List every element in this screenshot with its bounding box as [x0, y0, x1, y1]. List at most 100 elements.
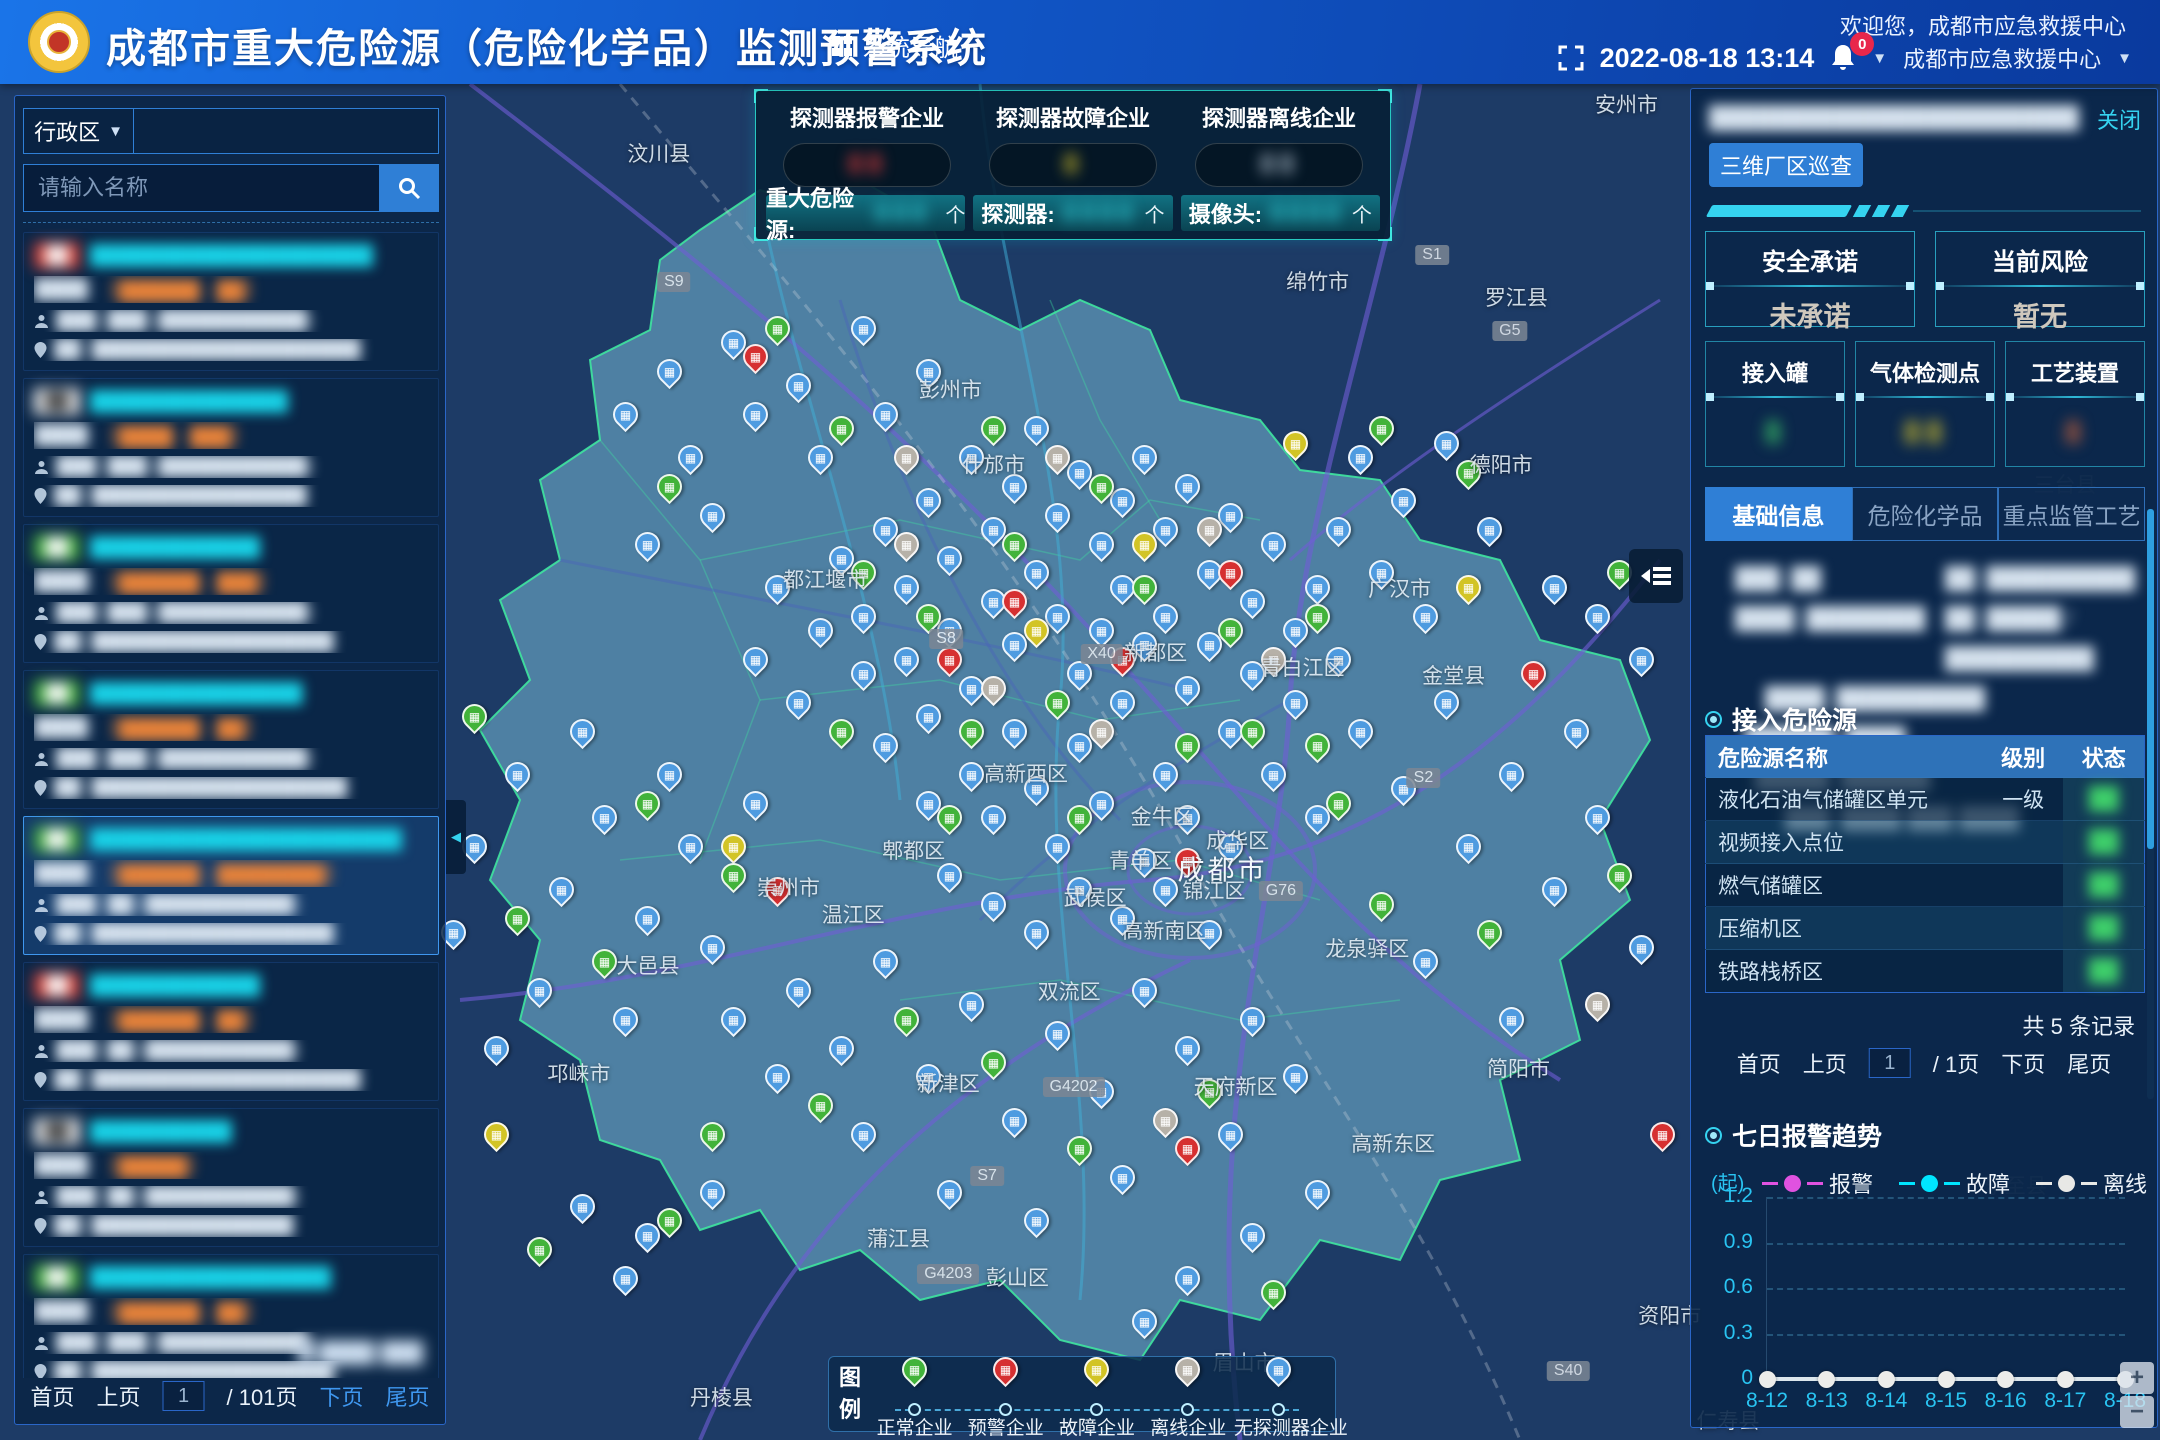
datetime: 2022-08-18 13:14	[1600, 43, 1815, 74]
table-row[interactable]: 压缩机区██	[1706, 907, 2145, 950]
data-point[interactable]	[2057, 1371, 2074, 1388]
person-icon	[34, 460, 49, 475]
legend-line	[1944, 1182, 1960, 1185]
chevron-down-icon[interactable]: ▼	[1872, 50, 1887, 67]
patrol-3d-button[interactable]: 三维厂区巡查	[1709, 143, 1863, 187]
person-icon	[34, 314, 49, 329]
table-row[interactable]: 视频接入点位██	[1706, 821, 2145, 864]
company-list-item[interactable]: ████████████████████████████:【██████ - █…	[23, 816, 439, 955]
company-name-redacted: ████████████	[90, 536, 260, 559]
status-badge: ██	[34, 826, 80, 853]
equipment-stat-label: 工艺装置	[2006, 356, 2144, 388]
table-row[interactable]: 铁路栈桥区██	[1706, 950, 2145, 993]
company-list-item[interactable]: ██████████████████████████:【██████ - ██】…	[23, 232, 439, 371]
type-label-redacted: ████:	[34, 425, 93, 447]
last-page-button[interactable]: 尾页	[2067, 1047, 2111, 1079]
company-list-item[interactable]: █████████████████████:【██████ - ██】███: …	[23, 670, 439, 809]
sidebar-record-count: █ ████ ███	[299, 1342, 423, 1365]
company-item-header: ██████████████	[34, 534, 428, 561]
first-page-button[interactable]: 首页	[1737, 1047, 1781, 1079]
y-tick-label: 0.6	[1705, 1275, 1753, 1299]
legend-line	[1899, 1182, 1915, 1185]
fullscreen-icon[interactable]	[1558, 45, 1584, 71]
hazard-level-cell	[1983, 907, 2063, 950]
gridline	[1767, 1288, 2125, 1290]
tab-重点监管工艺[interactable]: 重点监管工艺	[1998, 487, 2145, 541]
user-org-dropdown[interactable]: 成都市应急救援中心	[1903, 42, 2101, 74]
table-row[interactable]: 液化石油气储罐区单元一级██	[1706, 778, 2145, 821]
prev-page-button[interactable]: 上页	[1803, 1047, 1847, 1079]
stat-card-value-redacted: 8	[1063, 150, 1083, 180]
company-list-item[interactable]: ██████████████████:【██████ - ██】███: ██ …	[23, 962, 439, 1101]
page-input[interactable]: 1	[163, 1381, 205, 1411]
data-point[interactable]	[1938, 1371, 1955, 1388]
legend-pin-icon: ▦	[1170, 1352, 1205, 1387]
panel-expand-button[interactable]	[1629, 549, 1683, 603]
search-input[interactable]	[23, 164, 379, 212]
first-page-button[interactable]: 首页	[31, 1380, 75, 1412]
company-list-item[interactable]: ██████████████████:【██████ - ███】███: ██…	[23, 524, 439, 663]
company-list-item[interactable]: ████████████████:【█████】███: ██ (███████…	[23, 1108, 439, 1247]
company-list-item[interactable]: ████████████████████:【████ - ███】███: ██…	[23, 378, 439, 517]
search-button[interactable]	[379, 164, 439, 212]
commitment-card: 当前风险暂无	[1935, 231, 2145, 327]
close-button[interactable]: 关闭	[2097, 103, 2141, 135]
commitment-card: 安全承诺未承诺	[1705, 231, 1915, 327]
commitment-value: 未承诺	[1706, 295, 1914, 334]
company-contact-line: ███: ██ (███████████)	[34, 894, 428, 916]
gridline	[1767, 1243, 2125, 1245]
counter-value-redacted: 888	[867, 199, 937, 227]
chevron-down-icon[interactable]: ▼	[2117, 50, 2132, 67]
status-redacted: ██	[2089, 830, 2119, 853]
contact-redacted: ███: ███ (███████████)	[56, 1332, 313, 1354]
legend-line	[1807, 1182, 1823, 1185]
company-address-line: ██: ██████████████████	[34, 631, 428, 653]
data-point[interactable]	[1759, 1371, 1776, 1388]
type-value-redacted: 【██████ - ██】	[100, 1006, 263, 1033]
notification-bell[interactable]: 0	[1830, 43, 1856, 73]
hazard-name-cell: 燃气储罐区	[1706, 864, 1983, 907]
data-point[interactable]	[1997, 1371, 2014, 1388]
tab-基础信息[interactable]: 基础信息	[1705, 487, 1852, 541]
company-item-header: ████████████████████████	[34, 826, 428, 853]
last-page-button[interactable]: 尾页	[385, 1380, 429, 1412]
detail-scrollbar	[2147, 509, 2154, 1099]
detector-stats-panel: 探测器报警企业88探测器故障企业8探测器离线企业88 重大危险源:888个探测器…	[755, 90, 1391, 240]
company-contact-line: ███: ██ (███████████)	[34, 1186, 428, 1208]
info-line-redacted: ████: ██████████: █████ /	[1705, 599, 2131, 639]
legend-entry-故障企业: ▦故障企业	[1051, 1361, 1142, 1427]
next-page-button[interactable]: 下页	[2001, 1047, 2045, 1079]
zoom-in-button[interactable]: +	[2120, 1362, 2154, 1394]
prev-page-button[interactable]: 上页	[97, 1380, 141, 1412]
data-point[interactable]	[1878, 1371, 1895, 1388]
company-name-redacted: ██████████████████████	[90, 828, 402, 851]
info-text-redacted: ██████████	[1945, 639, 2094, 679]
scrollbar-thumb[interactable]	[2147, 509, 2154, 849]
contact-redacted: ███: ███ (███████████)	[56, 748, 313, 770]
page-input[interactable]: 1	[1869, 1048, 1911, 1078]
tab-危险化学品[interactable]: 危险化学品	[1852, 487, 1999, 541]
trend-section-header: 七日报警趋势	[1705, 1117, 1882, 1153]
person-icon	[34, 898, 49, 913]
region-value-box[interactable]	[134, 109, 438, 153]
equipment-stat-card: 气体检测点88	[1855, 341, 1995, 467]
table-row[interactable]: 燃气储罐区██	[1706, 864, 2145, 907]
company-item-header: █████████████████	[34, 680, 428, 707]
hazard-pagination: 首页 上页 1 / 1页 下页 尾页	[1737, 1047, 2112, 1079]
table-header-2: 状态	[2063, 736, 2144, 778]
sidebar-collapse-handle[interactable]: ◀	[446, 800, 466, 874]
next-page-button[interactable]: 下页	[319, 1380, 363, 1412]
company-detail-panel: ██████████████████████████ 关闭 三维厂区巡查 安全承…	[1690, 88, 2158, 1428]
region-select-label: 行政区	[34, 115, 100, 147]
data-point[interactable]	[1818, 1371, 1835, 1388]
company-contact-line: ███: ███ (███████████)	[34, 748, 428, 770]
zoom-out-button[interactable]: −	[2120, 1396, 2154, 1428]
company-name-redacted: █████████████████	[90, 1266, 331, 1289]
region-select[interactable]: 行政区 ▼	[24, 109, 134, 153]
system-nav-button[interactable]: 系统导航	[832, 28, 958, 63]
divider	[1938, 285, 2142, 287]
counter-label: 重大危险源:	[766, 181, 859, 245]
legend-pin-icon: ▦	[896, 1352, 931, 1387]
stat-card-value-redacted: 88	[847, 150, 886, 180]
expand-list-icon	[1641, 563, 1671, 589]
